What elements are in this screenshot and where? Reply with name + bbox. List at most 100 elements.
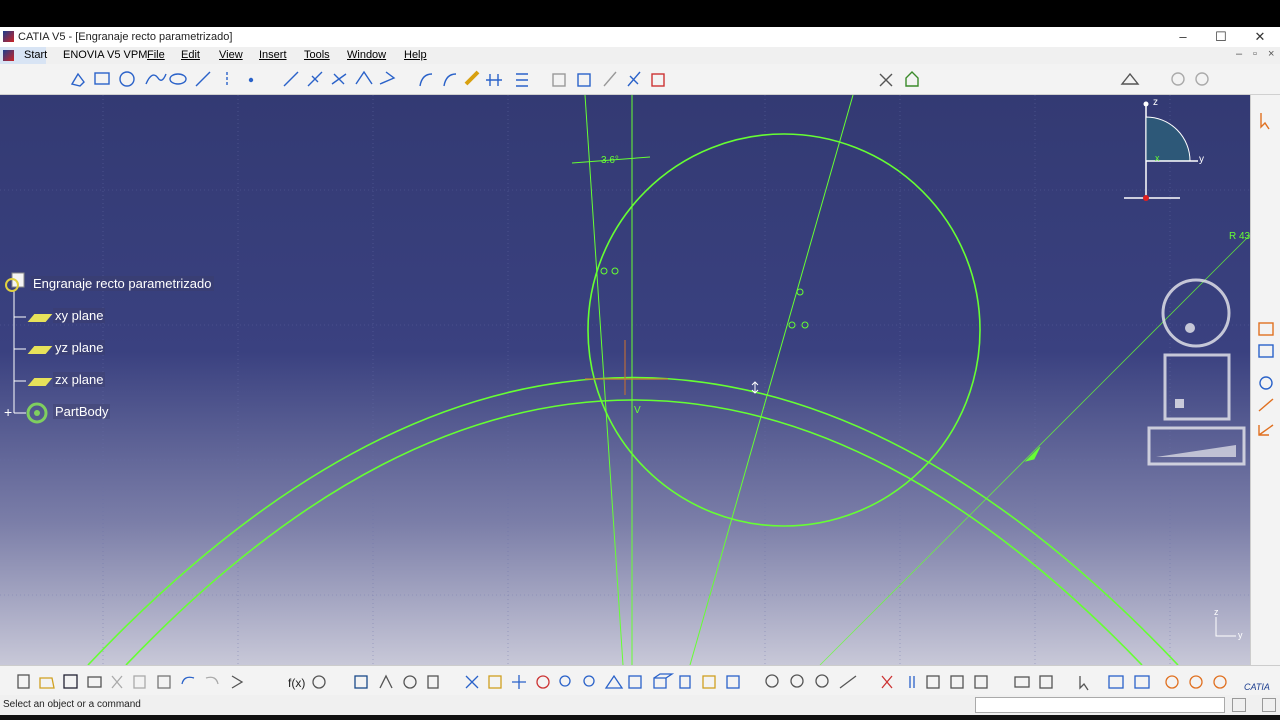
measure-icon[interactable] — [839, 675, 857, 689]
tangent-construction-line[interactable] — [689, 95, 854, 665]
tile-icon[interactable] — [1014, 676, 1030, 688]
view-controls[interactable] — [1147, 278, 1246, 466]
layer-icon[interactable] — [1108, 675, 1124, 689]
view-icon-1[interactable] — [1171, 72, 1185, 86]
circle-icon[interactable] — [119, 71, 135, 87]
corner-line-icon[interactable] — [283, 71, 299, 87]
tools-icon[interactable] — [879, 73, 893, 87]
sketch-analysis-icon[interactable] — [881, 675, 893, 689]
geometric-constraint-icon[interactable] — [1258, 398, 1274, 412]
chamfer-icon[interactable] — [443, 73, 457, 87]
menu-edit[interactable]: Edit — [181, 49, 200, 61]
constraint-icon[interactable] — [307, 71, 323, 87]
constraint-marker[interactable] — [600, 267, 608, 275]
sketch-solving-icon[interactable] — [651, 73, 665, 87]
menu-file[interactable]: File — [147, 49, 165, 61]
visualization-icon[interactable] — [926, 675, 940, 689]
part-document-icon[interactable] — [4, 271, 26, 293]
project-icon[interactable] — [379, 71, 396, 85]
lock-icon[interactable] — [974, 675, 988, 689]
copy-icon[interactable] — [133, 675, 146, 689]
status-button-1[interactable] — [1232, 698, 1246, 712]
offset-icon[interactable] — [516, 73, 528, 87]
dimensional-constraint-icon[interactable] — [1258, 424, 1274, 436]
command-input[interactable] — [975, 697, 1225, 713]
doc-close-button[interactable]: × — [1268, 48, 1274, 60]
isometric-view-icon[interactable] — [653, 673, 675, 689]
zoom-in-icon[interactable] — [559, 675, 571, 687]
maximize-button[interactable]: ☐ — [1208, 28, 1234, 46]
doc-restore-button[interactable]: ▫ — [1253, 48, 1257, 60]
comment-icon[interactable] — [312, 675, 326, 689]
doc-minimize-button[interactable]: – — [1236, 48, 1242, 60]
formula-icon[interactable]: f(x) — [288, 676, 305, 690]
edit-multi-icon[interactable] — [627, 71, 641, 87]
mirror-icon[interactable] — [486, 74, 502, 86]
minimize-button[interactable]: – — [1170, 28, 1196, 46]
menu-enovia[interactable]: ENOVIA V5 VPM — [63, 49, 147, 61]
open-icon[interactable] — [39, 677, 55, 689]
sketch-tools-icon[interactable] — [909, 676, 915, 688]
normal-view-icon[interactable] — [604, 674, 624, 689]
point-icon[interactable] — [248, 77, 254, 83]
whats-this-icon[interactable] — [231, 675, 244, 689]
menu-window[interactable]: Window — [347, 49, 386, 61]
multi-view-icon[interactable] — [628, 675, 642, 689]
pan-view-control[interactable] — [1163, 353, 1231, 421]
shading-icon[interactable] — [679, 675, 691, 689]
ellipse-icon[interactable] — [169, 73, 187, 85]
knowledge-icon[interactable] — [403, 675, 417, 689]
dedendum-circle-arc[interactable] — [125, 399, 1143, 665]
line-icon[interactable] — [195, 71, 211, 87]
close-button[interactable]: ✕ — [1247, 28, 1273, 46]
catalog-icon[interactable] — [379, 674, 393, 689]
fly-mode-icon[interactable] — [488, 675, 502, 689]
status-button-2[interactable] — [1262, 698, 1276, 712]
rotate-view-control[interactable] — [1161, 278, 1231, 348]
render-icon[interactable] — [1165, 675, 1179, 689]
spline-icon[interactable] — [145, 73, 167, 85]
view-mode-icon[interactable] — [1134, 675, 1150, 689]
select-mode-icon[interactable] — [1079, 676, 1089, 691]
cut-icon[interactable] — [111, 675, 123, 689]
menu-insert[interactable]: Insert — [259, 49, 287, 61]
addendum-circle-arc[interactable] — [87, 376, 1179, 666]
gear-icon[interactable] — [790, 674, 804, 688]
grid-icon[interactable] — [1258, 322, 1274, 336]
workbench-icon[interactable] — [1120, 72, 1140, 85]
tree-item-yz-plane[interactable]: yz plane — [53, 340, 106, 355]
publish-icon[interactable] — [1039, 675, 1053, 689]
constraint-box-icon[interactable] — [552, 73, 566, 87]
select-icon[interactable] — [1260, 113, 1270, 130]
menu-tools[interactable]: Tools — [304, 49, 330, 61]
cut-part-icon[interactable] — [950, 675, 964, 689]
paste-icon[interactable] — [157, 675, 171, 689]
tree-root-label[interactable]: Engranaje recto parametrizado — [31, 276, 214, 291]
eraser-icon[interactable] — [464, 70, 480, 86]
geometry-viewport[interactable]: 3.6° R 43 V z y x z y Engranaje recto pa… — [0, 95, 1250, 665]
save-icon[interactable] — [63, 674, 78, 689]
macro-icon[interactable] — [427, 675, 439, 689]
break-icon[interactable] — [355, 70, 373, 85]
swap-space-icon[interactable] — [726, 675, 740, 689]
animate-icon[interactable] — [603, 71, 617, 87]
exit-workbench-icon[interactable] — [905, 71, 919, 87]
new-icon[interactable] — [17, 674, 30, 689]
tree-item-xy-plane[interactable]: xy plane — [53, 308, 106, 323]
pan-icon[interactable] — [512, 675, 526, 689]
redo-icon[interactable] — [205, 676, 219, 685]
constraint-marker[interactable] — [611, 267, 619, 275]
settings-icon[interactable] — [815, 674, 829, 688]
material-icon[interactable] — [1189, 675, 1203, 689]
table-icon[interactable] — [354, 675, 368, 689]
corner-icon[interactable] — [419, 73, 433, 87]
construction-icon[interactable] — [1259, 376, 1273, 390]
snap-icon[interactable] — [1258, 344, 1274, 358]
tree-item-partbody[interactable]: PartBody — [53, 404, 111, 419]
menu-view[interactable]: View — [219, 49, 243, 61]
compass[interactable]: z y x — [1124, 97, 1204, 201]
sketch-canvas[interactable]: 3.6° R 43 V z y x z y — [0, 95, 1250, 665]
print-icon[interactable] — [87, 676, 102, 688]
angle-dimension-label[interactable]: 3.6° — [601, 155, 619, 166]
tree-item-zx-plane[interactable]: zx plane — [53, 372, 106, 387]
